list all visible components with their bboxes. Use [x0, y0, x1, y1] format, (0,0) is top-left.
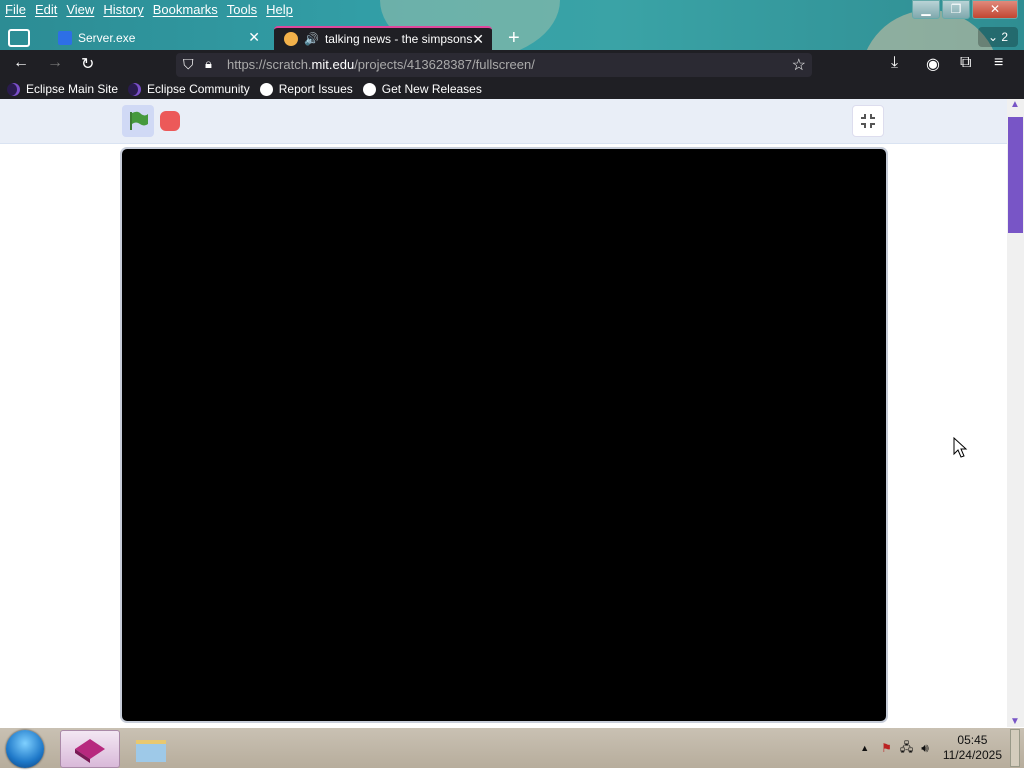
stop-button[interactable]	[160, 111, 180, 131]
downloads-icon[interactable]: ⤓	[891, 54, 898, 72]
bookmark-label: Report Issues	[278, 82, 353, 96]
account-icon[interactable]: ◉	[926, 54, 940, 74]
folder-icon	[136, 740, 166, 762]
list-all-tabs-button[interactable]: ⌄ 2	[978, 27, 1018, 47]
exit-fullscreen-icon	[861, 114, 875, 128]
tab-talking-news[interactable]: 🔊 talking news - the simpsons ✕	[274, 26, 492, 50]
tab-strip: Server.exe ✕ 🔊 talking news - the simpso…	[0, 26, 1024, 50]
scratch-icon	[284, 32, 298, 46]
close-tab-icon[interactable]: ✕	[248, 29, 260, 46]
url-text[interactable]: https://scratch.mit.edu/projects/4136283…	[227, 57, 535, 72]
bookmark-label: Eclipse Main Site	[26, 82, 119, 96]
taskbar-app-browser[interactable]	[60, 730, 120, 768]
menu-view[interactable]: View	[61, 0, 98, 20]
stage-controls-bar	[0, 99, 1007, 144]
speaker-icon[interactable]: 🔊	[304, 32, 319, 46]
eclipse-icon	[128, 82, 142, 96]
bookmark-eclipse-main-site[interactable]: Eclipse Main Site	[7, 82, 118, 96]
taskbar-app-explorer[interactable]	[122, 730, 180, 766]
system-tray: ▲ ⚑ 🖧 🔊︎ 05:45 11/24/2025	[860, 728, 1020, 768]
new-tab-icon[interactable]: +	[508, 27, 520, 50]
tab-title: talking news - the simpsons	[324, 32, 473, 46]
bookmark-report-issues[interactable]: Report Issues	[259, 82, 353, 96]
bookmark-star-icon[interactable]: ☆	[792, 55, 806, 75]
window-controls: ▁ ❐ ✕	[910, 0, 1018, 19]
bookmark-get-new-releases[interactable]: Get New Releases	[362, 82, 482, 96]
back-icon[interactable]: ←	[13, 54, 29, 72]
url-path: /projects/413628387/fullscreen/	[354, 57, 535, 72]
clock[interactable]: 05:45 11/24/2025	[943, 733, 1002, 763]
tab-server-exe[interactable]: Server.exe ✕	[48, 26, 268, 50]
menu-bookmarks[interactable]: Bookmarks	[148, 0, 222, 20]
close-tab-icon[interactable]: ✕	[472, 31, 484, 48]
project-stage[interactable]	[120, 147, 888, 723]
github-icon	[362, 82, 376, 96]
menu-tools[interactable]: Tools	[222, 0, 261, 20]
lock-icon[interactable]: 🔒︎	[205, 56, 212, 72]
scrollbar-thumb[interactable]	[1008, 117, 1023, 233]
bookmark-label: Get New Releases	[381, 82, 482, 96]
minimize-button[interactable]: ▁	[912, 0, 940, 19]
bookmark-label: Eclipse Community	[147, 82, 250, 96]
menu-edit[interactable]: Edit	[30, 0, 61, 20]
extensions-icon[interactable]: ⧉	[960, 54, 971, 72]
tab-title: Server.exe	[78, 31, 136, 45]
exit-fullscreen-button[interactable]	[852, 105, 884, 137]
clock-date: 11/24/2025	[942, 748, 1002, 762]
action-center-flag-icon[interactable]: ⚑	[881, 741, 892, 755]
github-icon	[259, 82, 273, 96]
browser-app-icon	[75, 739, 105, 763]
taskbar: ▲ ⚑ 🖧 🔊︎ 05:45 11/24/2025	[0, 728, 1024, 768]
dropbox-icon	[58, 31, 72, 45]
url-bar[interactable]: ⛉ 🔒︎ https://scratch.mit.edu/projects/41…	[176, 53, 812, 77]
clock-time: 05:45	[957, 733, 988, 747]
eclipse-icon	[7, 82, 20, 96]
menu-help[interactable]: Help	[261, 0, 297, 20]
reload-icon[interactable]: ↻	[81, 54, 94, 74]
mouse-cursor-icon	[953, 437, 968, 458]
page-content	[0, 99, 1007, 727]
menu-file[interactable]: File	[0, 0, 30, 20]
navigation-toolbar: ← → ↻ ⛉ 🔒︎ https://scratch.mit.edu/proje…	[0, 50, 1024, 79]
start-button[interactable]	[6, 730, 44, 768]
chevron-down-icon: ⌄	[987, 30, 999, 44]
vertical-scrollbar[interactable]: ▲ ▼	[1007, 99, 1024, 727]
show-hidden-icons-icon[interactable]: ▲	[860, 743, 869, 753]
url-scheme: https://scratch.	[227, 57, 312, 72]
bookmark-eclipse-community[interactable]: Eclipse Community	[128, 82, 250, 96]
tab-count: 2	[1001, 30, 1009, 44]
menu-bar: File Edit View History Bookmarks Tools H…	[0, 0, 297, 20]
close-window-button[interactable]: ✕	[972, 0, 1018, 19]
restore-button[interactable]: ❐	[942, 0, 970, 19]
green-flag-button[interactable]	[122, 105, 154, 137]
scroll-up-icon[interactable]: ▲	[1010, 99, 1020, 110]
green-flag-icon	[130, 111, 148, 130]
scroll-down-icon[interactable]: ▼	[1010, 716, 1020, 727]
url-host: mit.edu	[311, 57, 355, 72]
show-desktop-button[interactable]	[1010, 729, 1020, 767]
bookmarks-toolbar: Eclipse Main Site Eclipse Community Repo…	[0, 79, 1024, 99]
shield-icon[interactable]: ⛉	[183, 56, 194, 73]
volume-icon[interactable]: 🔊︎	[921, 741, 929, 756]
menu-history[interactable]: History	[98, 0, 147, 20]
forward-icon[interactable]: →	[47, 54, 63, 72]
network-icon[interactable]: 🖧	[900, 738, 913, 759]
menu-icon[interactable]: ≡	[994, 54, 1003, 72]
